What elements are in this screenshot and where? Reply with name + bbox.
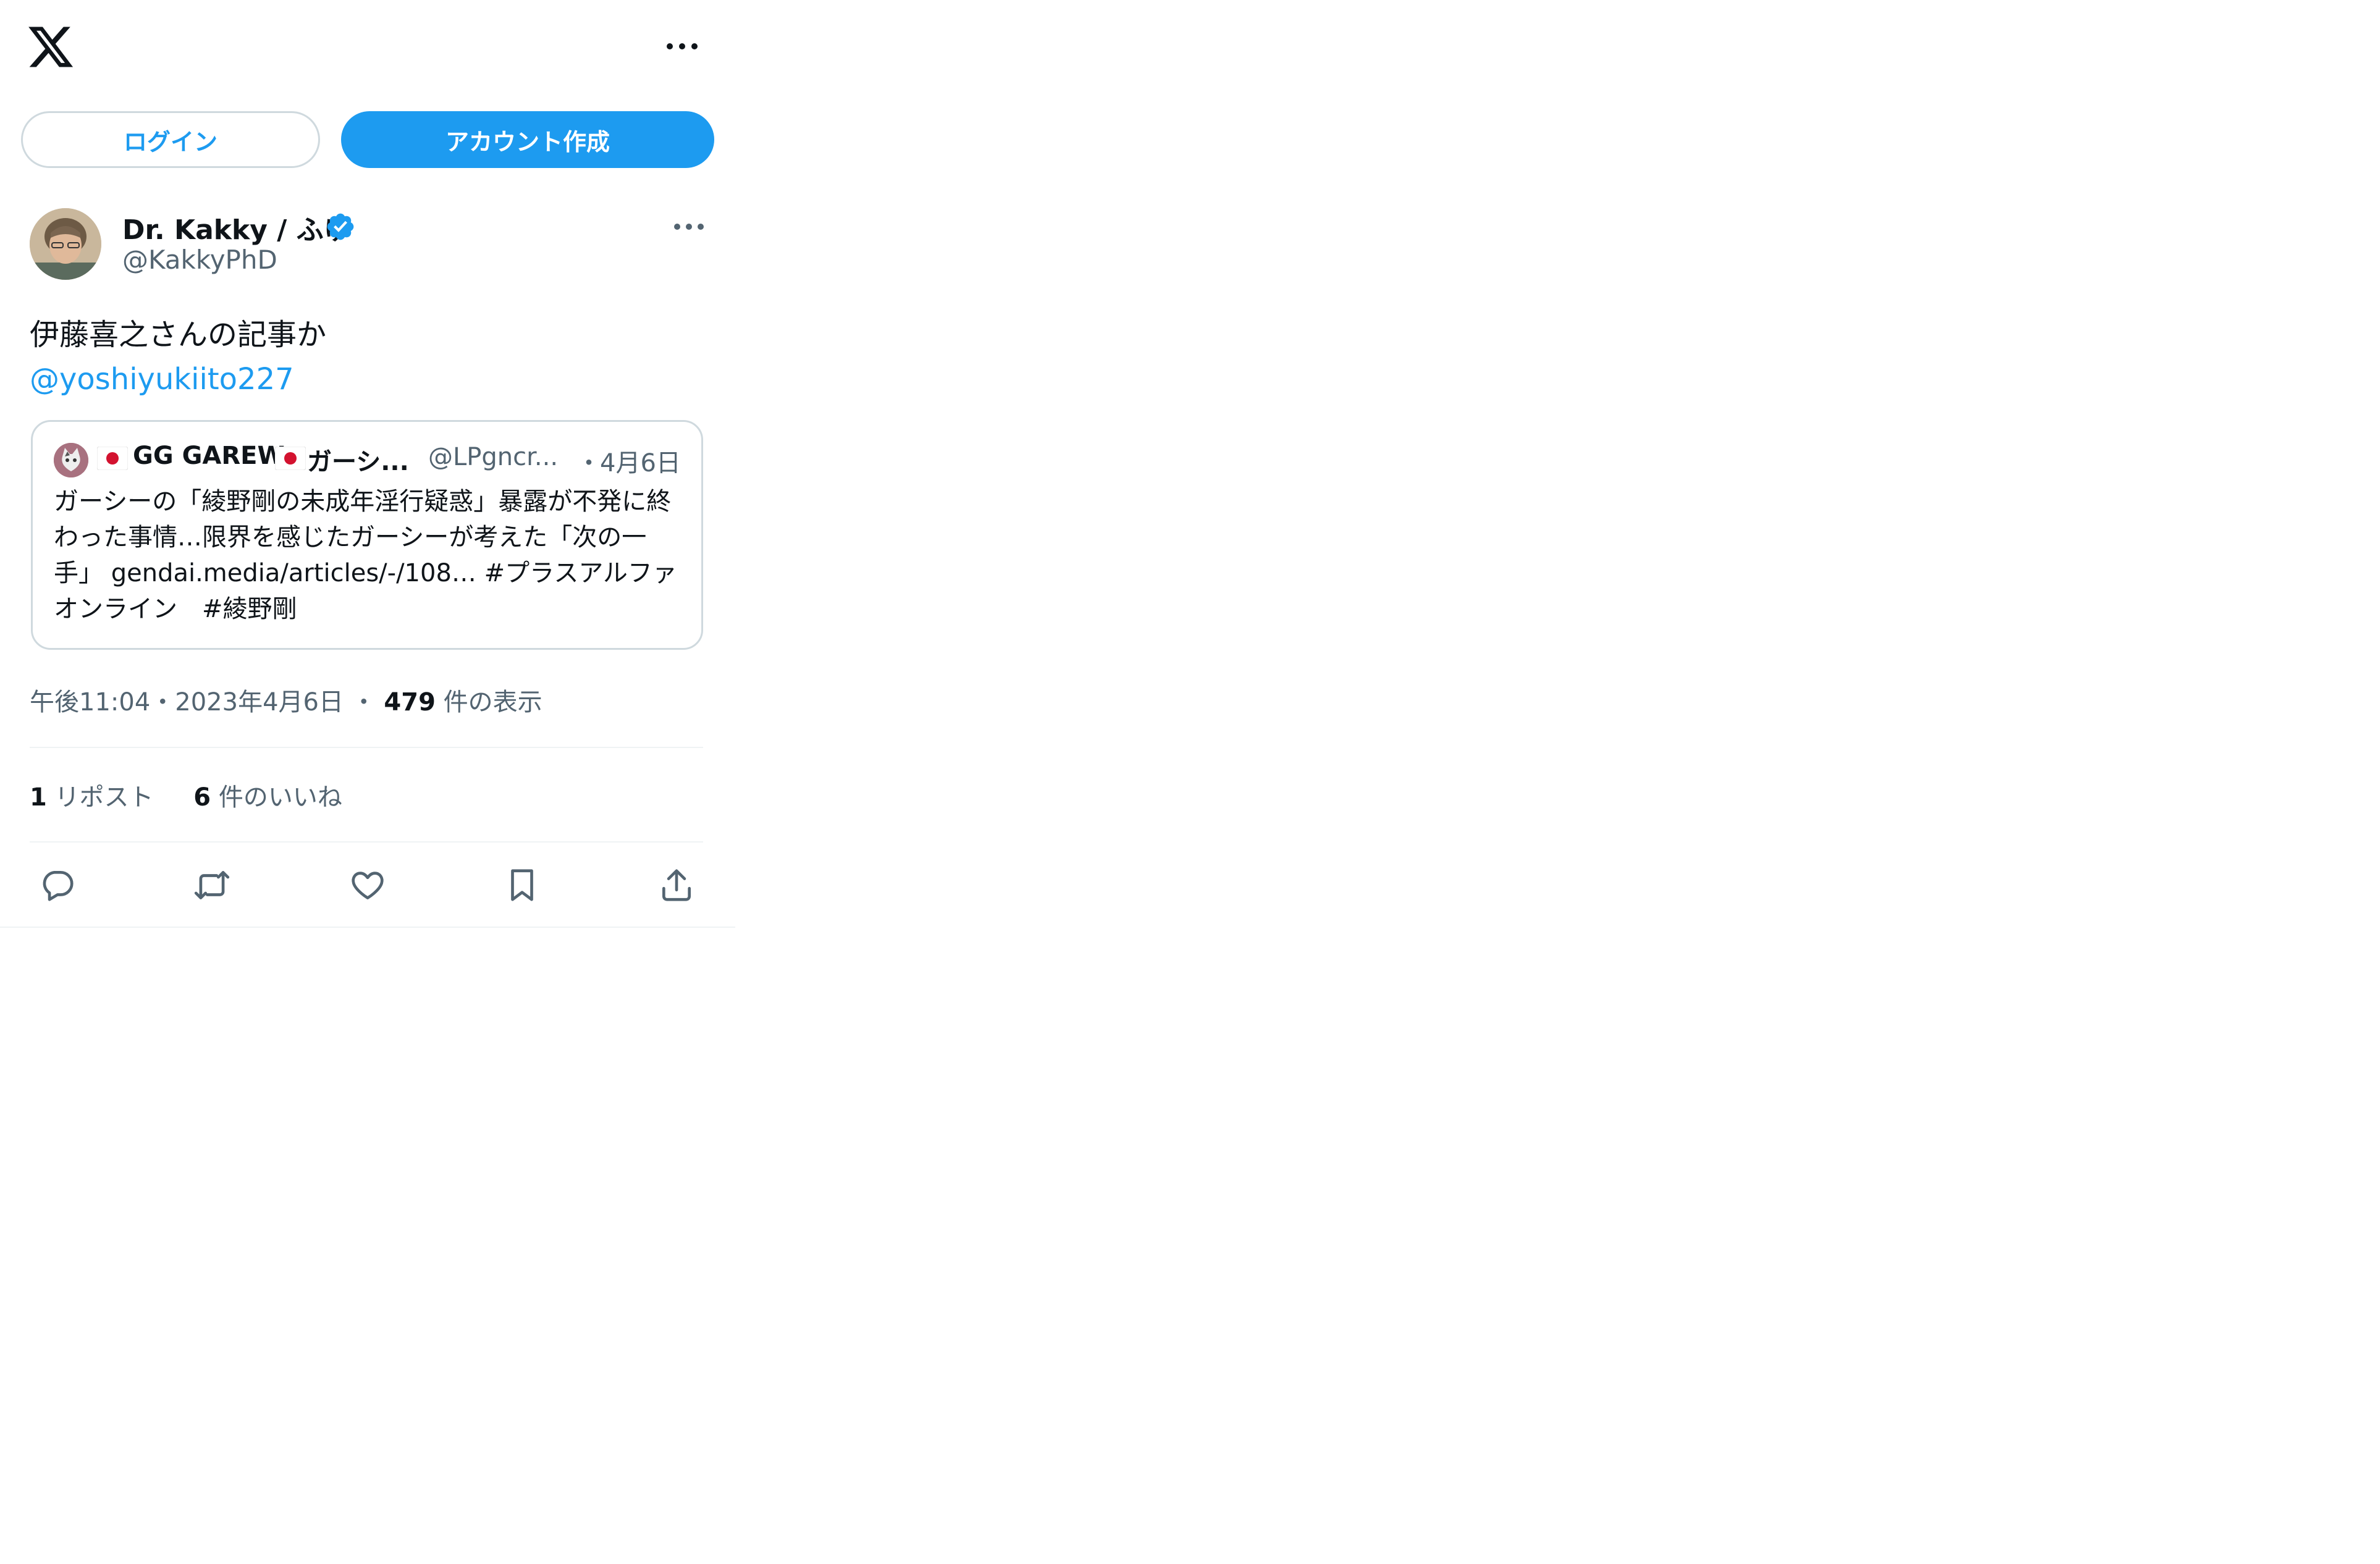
likes-stat[interactable]: 6 件のいいね (193, 783, 342, 812)
cat-avatar-icon (54, 443, 88, 477)
more-icon[interactable] (662, 31, 702, 62)
quoted-post[interactable]: GG GAREW ガーシ... @LPgncr... ・ 4月6日 ガーシーの「… (31, 420, 703, 650)
likes-count: 6 (193, 783, 211, 812)
like-icon[interactable] (348, 866, 387, 904)
avatar[interactable] (30, 208, 101, 280)
post-body: 伊藤喜之さんの記事か (30, 317, 327, 352)
views-label: 件の表示 (443, 688, 542, 717)
quoted-avatar (54, 443, 88, 477)
quoted-separator: ・ (576, 449, 601, 477)
quoted-handle: @LPgncr... (428, 443, 559, 471)
reposts-count: 1 (30, 783, 47, 812)
author-handle[interactable]: @KakkyPhD (122, 245, 277, 275)
bottom-divider (0, 927, 735, 928)
japan-flag-icon (275, 447, 306, 470)
signup-button[interactable]: アカウント作成 (341, 111, 714, 168)
meta-separator: ・ (351, 688, 376, 717)
post-stats: 1 リポスト 6 件のいいね (30, 777, 342, 813)
post-timestamp[interactable]: 午後11:04・2023年4月6日 (30, 688, 344, 717)
reposts-stat[interactable]: 1 リポスト (30, 783, 154, 812)
quoted-name: GG GAREW (133, 442, 285, 470)
reposts-label: リポスト (54, 783, 154, 812)
repost-icon[interactable] (193, 866, 231, 904)
reply-icon[interactable] (38, 866, 77, 904)
top-bar (0, 0, 735, 93)
bookmark-icon[interactable] (503, 866, 541, 904)
likes-label: 件のいいね (218, 783, 342, 812)
post-more-icon[interactable] (670, 216, 708, 237)
japan-flag-icon (97, 447, 128, 470)
avatar-image (30, 208, 101, 280)
login-button[interactable]: ログイン (21, 111, 320, 168)
post-meta: 午後11:04・2023年4月6日 ・ 479 件の表示 (30, 682, 542, 718)
divider (30, 841, 703, 843)
post-text: 伊藤喜之さんの記事か @yoshiyukiito227 (30, 313, 326, 402)
divider (30, 747, 703, 748)
quoted-date: 4月6日 (600, 449, 681, 477)
share-icon[interactable] (657, 866, 696, 904)
views-count: 479 (384, 688, 436, 717)
author-name[interactable]: Dr. Kakky / ふゆ (122, 208, 351, 247)
quoted-text: ガーシーの「綾野剛の未成年淫行疑惑」暴露が不発に終わった事情…限界を感じたガーシ… (54, 487, 677, 623)
verified-badge-icon (327, 213, 354, 240)
mention-link[interactable]: @yoshiyukiito227 (30, 357, 326, 402)
quoted-name-suffix: ガーシ... (307, 448, 409, 476)
x-logo-icon[interactable] (26, 22, 75, 72)
